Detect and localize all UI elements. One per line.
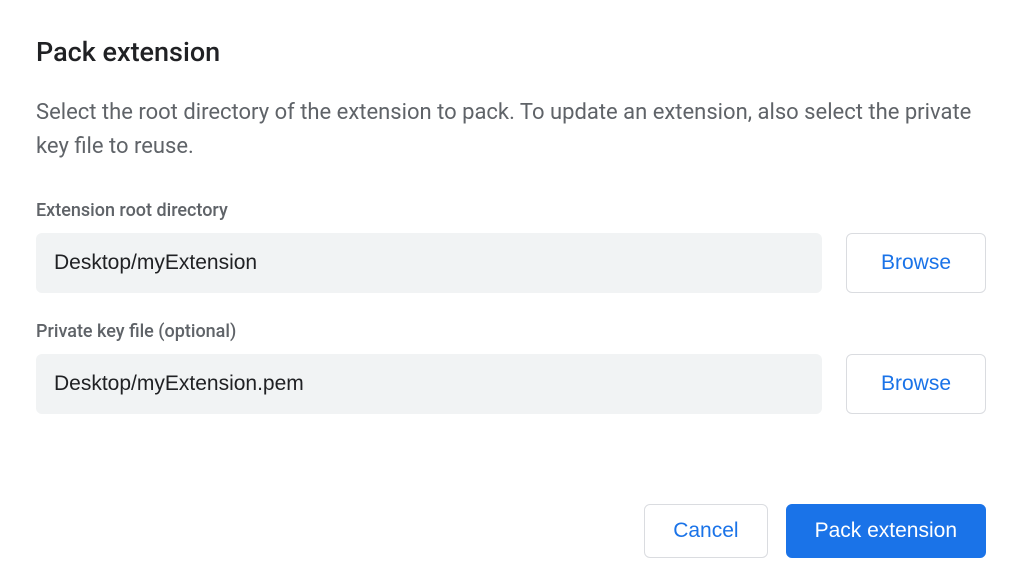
root-directory-label: Extension root directory: [36, 200, 986, 221]
dialog-title: Pack extension: [36, 36, 986, 68]
pack-extension-button[interactable]: Pack extension: [786, 504, 986, 558]
dialog-footer: Cancel Pack extension: [36, 480, 986, 558]
root-directory-field-group: Extension root directory Browse: [36, 200, 986, 293]
private-key-field-group: Private key file (optional) Browse: [36, 321, 986, 414]
root-directory-row: Browse: [36, 233, 986, 293]
private-key-label: Private key file (optional): [36, 321, 986, 342]
dialog-description: Select the root directory of the extensi…: [36, 96, 986, 164]
pack-extension-dialog: Pack extension Select the root directory…: [0, 0, 1022, 582]
private-key-browse-button[interactable]: Browse: [846, 354, 986, 414]
private-key-row: Browse: [36, 354, 986, 414]
root-directory-browse-button[interactable]: Browse: [846, 233, 986, 293]
cancel-button[interactable]: Cancel: [644, 504, 767, 558]
root-directory-input[interactable]: [36, 233, 822, 293]
private-key-input[interactable]: [36, 354, 822, 414]
